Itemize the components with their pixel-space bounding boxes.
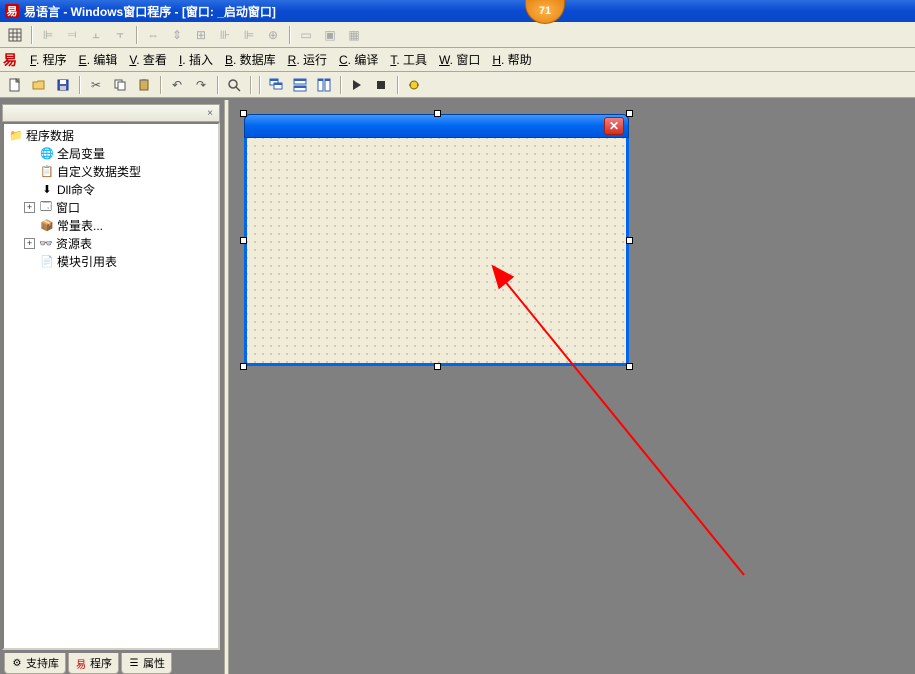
tree-item-constants[interactable]: 📦 常量表... xyxy=(6,216,216,234)
align-left-icon[interactable]: ⊫ xyxy=(37,24,59,46)
same-width-icon[interactable]: ⇔ xyxy=(142,24,164,46)
stop-icon[interactable] xyxy=(370,74,392,96)
tab-support-lib[interactable]: ⚙ 支持库 xyxy=(4,653,66,674)
lock-icon[interactable]: ▦ xyxy=(343,24,365,46)
toolbar-alignment: ⊫ ⫤ ⫠ ⫟ ⇔ ⇕ ⊞ ⊪ ⊫ ⊕ ▭ ▣ ▦ xyxy=(0,22,915,48)
elang-logo-icon: 易 xyxy=(2,52,18,68)
form-titlebar[interactable]: ✕ xyxy=(244,114,629,138)
form-close-button[interactable]: ✕ xyxy=(604,117,624,135)
vspace-icon[interactable]: ⊫ xyxy=(238,24,260,46)
menu-insert[interactable]: I. 插入 xyxy=(173,49,219,70)
align-bottom-icon[interactable]: ⫟ xyxy=(109,24,131,46)
ungroup-icon[interactable]: ▣ xyxy=(319,24,341,46)
resize-handle-ml[interactable] xyxy=(240,237,247,244)
undo-icon[interactable]: ↶ xyxy=(166,74,188,96)
tree-item-modules[interactable]: 📄 模块引用表 xyxy=(6,252,216,270)
form-body[interactable] xyxy=(244,138,629,366)
menu-window[interactable]: W. 窗口 xyxy=(433,49,486,70)
window-tileh-icon[interactable] xyxy=(289,74,311,96)
window-titlebar: 易 易语言 - Windows窗口程序 - [窗口: _启动窗口] xyxy=(0,0,915,22)
center-h-icon[interactable]: ⊕ xyxy=(262,24,284,46)
resource-icon: 👓 xyxy=(38,236,54,250)
panel-close-icon[interactable]: × xyxy=(203,106,217,120)
align-right-icon[interactable]: ⫤ xyxy=(61,24,83,46)
project-tree[interactable]: 📁 程序数据 🌐 全局变量 📋 自定义数据类型 ⬇ Dll命令 xyxy=(2,122,220,650)
tab-properties[interactable]: ☰ 属性 xyxy=(121,653,172,674)
resize-handle-tm[interactable] xyxy=(434,110,441,117)
left-panel: × 📁 程序数据 🌐 全局变量 📋 自定义数据类型 xyxy=(0,100,224,674)
resize-handle-bm[interactable] xyxy=(434,363,441,370)
menubar: 易 F. 程序 E. 编辑 V. 查看 I. 插入 B. 数据库 R. 运行 C… xyxy=(0,48,915,72)
menu-view[interactable]: V. 查看 xyxy=(123,49,173,70)
tree-item-globals[interactable]: 🌐 全局变量 xyxy=(6,144,216,162)
toolbar-standard: ✂ ↶ ↷ xyxy=(0,72,915,98)
const-icon: 📦 xyxy=(39,218,55,232)
cut-icon[interactable]: ✂ xyxy=(85,74,107,96)
save-file-icon[interactable] xyxy=(52,74,74,96)
menu-run[interactable]: R. 运行 xyxy=(282,49,333,70)
hspace-icon[interactable]: ⊪ xyxy=(214,24,236,46)
dll-icon: ⬇ xyxy=(39,182,55,196)
bottom-tabs: ⚙ 支持库 易 程序 ☰ 属性 xyxy=(0,652,224,674)
lib-icon: ⚙ xyxy=(11,657,23,669)
menu-tools[interactable]: T. 工具 xyxy=(384,49,433,70)
find-icon[interactable] xyxy=(223,74,245,96)
menu-program[interactable]: F. 程序 xyxy=(24,49,73,70)
resize-handle-br[interactable] xyxy=(626,363,633,370)
main-area: × 📁 程序数据 🌐 全局变量 📋 自定义数据类型 xyxy=(0,100,915,674)
app-icon: 易 xyxy=(4,3,20,19)
tree-root[interactable]: 📁 程序数据 xyxy=(6,126,216,144)
expand-icon[interactable]: + xyxy=(24,238,35,249)
resize-handle-tr[interactable] xyxy=(626,110,633,117)
tab-program[interactable]: 易 程序 xyxy=(68,653,119,674)
tree-item-dll[interactable]: ⬇ Dll命令 xyxy=(6,180,216,198)
folder-icon: 📁 xyxy=(8,128,24,142)
run-icon[interactable] xyxy=(346,74,368,96)
align-top-icon[interactable]: ⫠ xyxy=(85,24,107,46)
expand-icon[interactable]: + xyxy=(24,202,35,213)
tree-item-resources[interactable]: + 👓 资源表 xyxy=(6,234,216,252)
window-icon: 🗔 xyxy=(38,200,54,214)
layout-grid-icon[interactable] xyxy=(4,24,26,46)
form-designer[interactable]: ✕ xyxy=(244,114,629,366)
window-tilev-icon[interactable] xyxy=(313,74,335,96)
svg-text:易: 易 xyxy=(7,5,18,18)
props-icon: ☰ xyxy=(128,657,140,669)
resize-handle-tl[interactable] xyxy=(240,110,247,117)
open-file-icon[interactable] xyxy=(28,74,50,96)
menu-compile[interactable]: C. 编译 xyxy=(333,49,384,70)
menu-edit[interactable]: E. 编辑 xyxy=(73,49,124,70)
globe-icon: 🌐 xyxy=(39,146,55,160)
group-icon[interactable]: ▭ xyxy=(295,24,317,46)
menu-database[interactable]: B. 数据库 xyxy=(219,49,282,70)
copy-icon[interactable] xyxy=(109,74,131,96)
panel-header: × xyxy=(2,104,220,122)
same-size-icon[interactable]: ⊞ xyxy=(190,24,212,46)
paste-icon[interactable] xyxy=(133,74,155,96)
tree-item-windows[interactable]: + 🗔 窗口 xyxy=(6,198,216,216)
design-canvas[interactable]: ✕ xyxy=(229,100,915,674)
resize-handle-mr[interactable] xyxy=(626,237,633,244)
window-cascade-icon[interactable] xyxy=(265,74,287,96)
menu-help[interactable]: H. 帮助 xyxy=(486,49,537,70)
resize-handle-bl[interactable] xyxy=(240,363,247,370)
same-height-icon[interactable]: ⇕ xyxy=(166,24,188,46)
prog-icon: 易 xyxy=(75,657,87,669)
tree-item-datatypes[interactable]: 📋 自定义数据类型 xyxy=(6,162,216,180)
type-icon: 📋 xyxy=(39,164,55,178)
debug-icon[interactable] xyxy=(403,74,425,96)
window-title: 易语言 - Windows窗口程序 - [窗口: _启动窗口] xyxy=(24,3,276,20)
redo-icon[interactable]: ↷ xyxy=(190,74,212,96)
module-icon: 📄 xyxy=(39,254,55,268)
new-file-icon[interactable] xyxy=(4,74,26,96)
